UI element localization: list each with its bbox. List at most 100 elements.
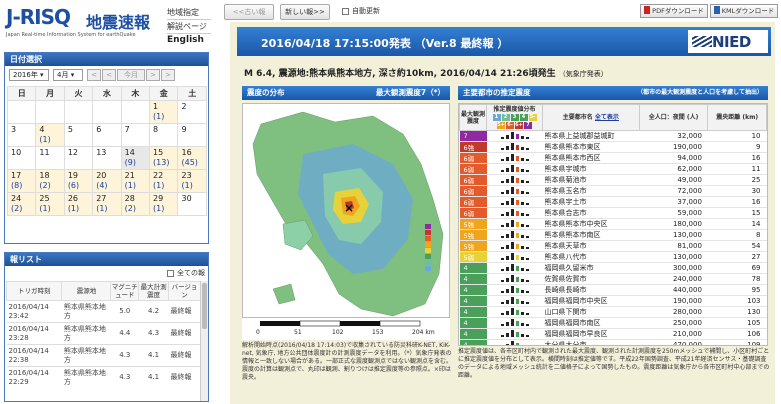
day-report-count[interactable]: (1) xyxy=(153,181,174,191)
day-report-count[interactable]: (1) xyxy=(125,181,146,191)
scrollbar-thumb[interactable] xyxy=(202,283,207,329)
city-row[interactable]: 4 山口県下関市 280,000 130 xyxy=(459,306,767,318)
city-row[interactable]: 5弱 熊本県八代市 130,000 27 xyxy=(459,251,767,263)
city-row[interactable]: 6強 熊本県熊本市東区 190,000 9 xyxy=(459,141,767,153)
day-report-count[interactable]: (1) xyxy=(39,135,60,145)
calendar-day[interactable]: 27 (1) xyxy=(92,192,122,216)
calendar-day[interactable]: 16 (45) xyxy=(177,146,207,170)
day-report-count[interactable]: (2) xyxy=(39,181,60,191)
calendar-day[interactable]: 12 xyxy=(63,146,94,170)
calendar-day[interactable]: 9 xyxy=(177,123,207,147)
day-report-count[interactable]: (1) xyxy=(68,204,89,214)
col-city-name[interactable]: 主要都市名 全て表示 xyxy=(542,104,640,131)
calendar-day[interactable]: 4 (1) xyxy=(35,123,65,147)
day-report-count[interactable]: (1) xyxy=(39,204,60,214)
day-report-count[interactable]: (1) xyxy=(96,204,117,214)
show-all-link[interactable]: 全て表示 xyxy=(595,114,619,121)
city-row[interactable]: 4 福岡県福岡市中央区 190,000 103 xyxy=(459,295,767,307)
region-select-link[interactable]: 地域指定 xyxy=(167,6,211,20)
calendar-day[interactable]: 6 xyxy=(92,123,122,147)
col-version[interactable]: バージョン xyxy=(168,281,201,301)
calendar-day[interactable]: 8 xyxy=(149,123,179,147)
calendar-day[interactable]: 21 (1) xyxy=(120,169,151,193)
col-max-intensity[interactable]: 最大計測震度 xyxy=(138,281,169,301)
col-max-observed[interactable]: 最大観測震度 xyxy=(459,104,487,131)
report-row[interactable]: 2016/04/14 23:28 熊本県熊本地方 4.4 4.3 最終報 xyxy=(6,322,201,345)
city-row[interactable]: 4 福岡県久留米市 300,000 69 xyxy=(459,262,767,274)
col-population[interactable]: 全人口：夜間 (人) xyxy=(638,104,709,131)
city-row[interactable]: 6弱 熊本県菊池市 49,000 25 xyxy=(459,174,767,186)
city-row[interactable]: 4 佐賀県佐賀市 240,000 78 xyxy=(459,273,767,285)
day-report-count[interactable]: (1) xyxy=(181,181,203,191)
day-report-count[interactable]: (2) xyxy=(125,204,146,214)
calendar-day[interactable]: 19 (6) xyxy=(63,169,94,193)
day-report-count[interactable]: (1) xyxy=(153,204,174,214)
calendar-day[interactable]: 22 (1) xyxy=(149,169,179,193)
day-report-count[interactable]: (45) xyxy=(181,158,203,168)
city-row[interactable]: 6弱 熊本県宇城市 62,000 11 xyxy=(459,163,767,175)
day-report-count[interactable]: (8) xyxy=(11,181,32,191)
month-select[interactable]: 4月 ▾ xyxy=(53,69,83,81)
calendar-day[interactable]: 24 (2) xyxy=(6,192,37,216)
day-report-count[interactable]: (6) xyxy=(68,181,89,191)
calendar-day[interactable]: 10 xyxy=(6,146,37,170)
city-row[interactable]: 4 福岡県福岡市南区 250,000 105 xyxy=(459,317,767,329)
calendar-day[interactable]: 28 (2) xyxy=(120,192,151,216)
kml-download-button[interactable]: KMLダウンロード xyxy=(710,4,778,18)
english-link[interactable]: English xyxy=(167,34,211,47)
year-select[interactable]: 2016年 ▾ xyxy=(9,69,49,81)
day-report-count[interactable]: (13) xyxy=(153,158,174,168)
prev-year-button[interactable]: < xyxy=(87,69,101,81)
city-row[interactable]: 5強 熊本県熊本市中央区 180,000 14 xyxy=(459,218,767,230)
calendar-day[interactable]: 17 (8) xyxy=(6,169,37,193)
calendar-day[interactable]: 20 (4) xyxy=(92,169,122,193)
col-distribution[interactable]: 推定震度値分布 1 2 3 4 5-5+ 6- 6+ 7 xyxy=(486,104,543,131)
day-report-count[interactable]: (2) xyxy=(11,204,32,214)
city-row[interactable]: 4 福岡県福岡市早良区 210,000 106 xyxy=(459,328,767,340)
col-distance[interactable]: 震央距離 (km) xyxy=(707,104,767,131)
all-reports-checkbox[interactable] xyxy=(167,270,174,277)
calendar-day[interactable]: 14 (9) xyxy=(120,146,151,170)
next-month-button[interactable]: > xyxy=(146,69,160,81)
next-report-button[interactable]: 新しい報>> xyxy=(280,4,330,20)
this-month-button[interactable]: 今月 xyxy=(117,69,145,81)
calendar-day[interactable]: 13 xyxy=(92,146,122,170)
logo[interactable]: J-RISQ 地震速報 Japan Real-time Information … xyxy=(6,5,166,43)
explanation-link[interactable]: 解説ページ xyxy=(167,20,211,34)
calendar-day[interactable]: 18 (2) xyxy=(35,169,65,193)
report-row[interactable]: 2016/04/14 22:38 熊本県熊本地方 4.3 4.1 最終報 xyxy=(6,344,201,367)
calendar-day[interactable]: 11 xyxy=(35,146,65,170)
city-row[interactable]: 6弱 熊本県宇土市 37,000 16 xyxy=(459,196,767,208)
day-report-count[interactable]: (1) xyxy=(153,112,174,122)
calendar-day[interactable]: 30 xyxy=(177,192,207,216)
col-epicenter[interactable]: 震源地 xyxy=(61,281,112,301)
city-row[interactable]: 4 長崎県長崎市 440,000 95 xyxy=(459,284,767,296)
col-trigger-time[interactable]: トリガ時刻 xyxy=(5,281,63,301)
city-row[interactable]: 5強 熊本県熊本市南区 130,000 8 xyxy=(459,229,767,241)
calendar-day[interactable]: 1 (1) xyxy=(149,100,179,124)
report-row[interactable]: 2016/04/14 22:29 熊本県熊本地方 4.3 4.1 最終報 xyxy=(6,366,201,389)
city-row[interactable]: 6弱 熊本県合志市 59,000 15 xyxy=(459,207,767,219)
prev-month-button[interactable]: < xyxy=(102,69,116,81)
city-row[interactable]: 5強 熊本県天草市 81,000 54 xyxy=(459,240,767,252)
report-row[interactable]: 2016/04/14 23:42 熊本県熊本地方 5.0 4.2 最終報 xyxy=(6,300,201,323)
auto-update-checkbox[interactable] xyxy=(342,8,349,15)
calendar-day[interactable]: 26 (1) xyxy=(63,192,94,216)
pdf-download-button[interactable]: PDFダウンロード xyxy=(640,4,708,18)
prev-report-button[interactable]: <<古い報 xyxy=(224,4,274,20)
calendar-day[interactable]: 5 xyxy=(63,123,94,147)
next-year-button[interactable]: > xyxy=(161,69,175,81)
report-list-scrollbar[interactable] xyxy=(200,281,208,401)
calendar-day[interactable]: 3 xyxy=(6,123,37,147)
city-row[interactable]: 4 大分県大分市 470,000 109 xyxy=(459,339,767,345)
col-magnitude[interactable]: マグニチュード xyxy=(110,281,140,301)
calendar-day[interactable]: 25 (1) xyxy=(35,192,65,216)
day-report-count[interactable]: (9) xyxy=(125,158,146,168)
day-report-count[interactable]: (4) xyxy=(96,181,117,191)
calendar-day[interactable]: 2 xyxy=(177,100,207,124)
city-row[interactable]: 7 熊本県上益城郡益城町 32,000 10 xyxy=(459,130,767,142)
calendar-day[interactable]: 23 (1) xyxy=(177,169,207,193)
calendar-day[interactable]: 7 xyxy=(120,123,151,147)
city-row[interactable]: 6弱 熊本県熊本市西区 94,000 16 xyxy=(459,152,767,164)
city-row[interactable]: 6弱 熊本県玉名市 72,000 30 xyxy=(459,185,767,197)
